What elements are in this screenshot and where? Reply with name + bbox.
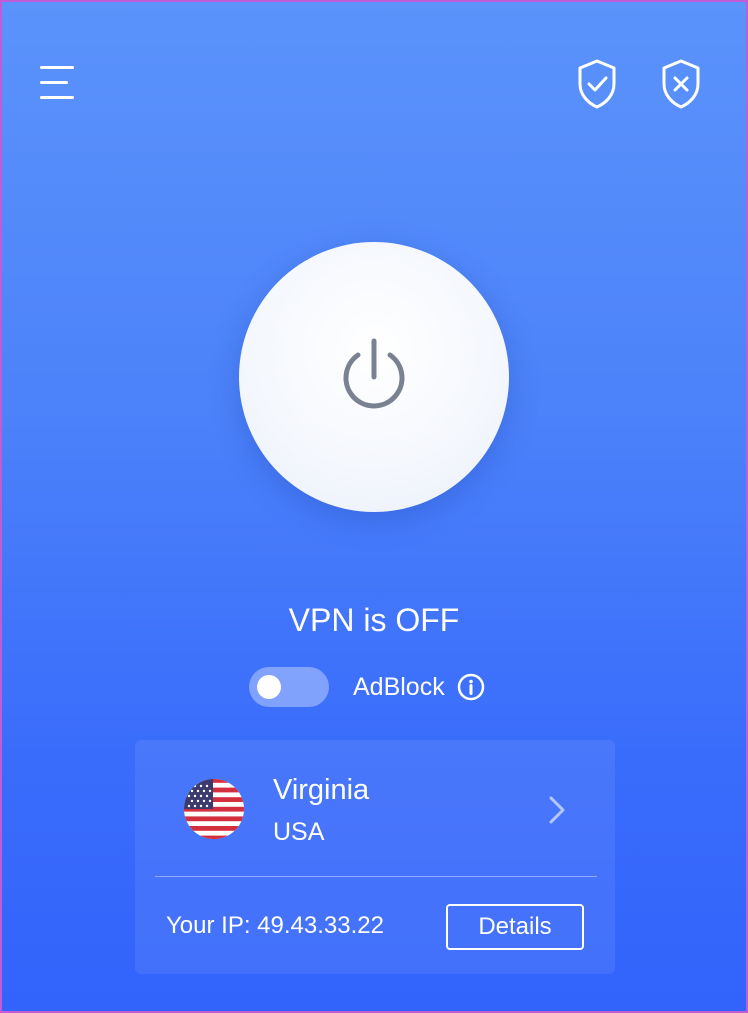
connection-card: Virginia USA Your IP: 49.43.33.22 Detail… <box>135 740 615 974</box>
hamburger-menu-icon <box>40 66 74 69</box>
card-divider <box>155 876 597 877</box>
menu-button[interactable] <box>36 60 80 104</box>
vpn-app-window: VPN is OFF AdBlock Virginia USA Your IP:… <box>2 2 746 1011</box>
protection-on-button[interactable] <box>575 58 619 110</box>
toggle-knob <box>257 675 281 699</box>
shield-x-icon <box>662 59 700 109</box>
protection-off-button[interactable] <box>659 58 703 110</box>
power-button[interactable] <box>239 242 509 512</box>
hamburger-menu-icon-line <box>40 81 68 84</box>
location-country: USA <box>273 818 325 846</box>
chevron-right-icon <box>549 796 565 824</box>
info-icon[interactable] <box>457 673 485 701</box>
shield-check-icon <box>578 59 616 109</box>
hamburger-menu-icon-line <box>40 96 74 99</box>
location-city: Virginia <box>273 774 370 806</box>
ip-address-text: Your IP: 49.43.33.22 <box>166 912 384 939</box>
adblock-toggle[interactable] <box>249 667 329 707</box>
adblock-row: AdBlock <box>249 666 485 708</box>
us-flag-icon <box>184 779 244 839</box>
details-button[interactable]: Details <box>446 904 584 950</box>
location-selector[interactable]: Virginia USA <box>135 740 615 876</box>
power-icon <box>343 338 405 409</box>
adblock-label: AdBlock <box>353 672 445 701</box>
vpn-status-text: VPN is OFF <box>288 602 460 638</box>
